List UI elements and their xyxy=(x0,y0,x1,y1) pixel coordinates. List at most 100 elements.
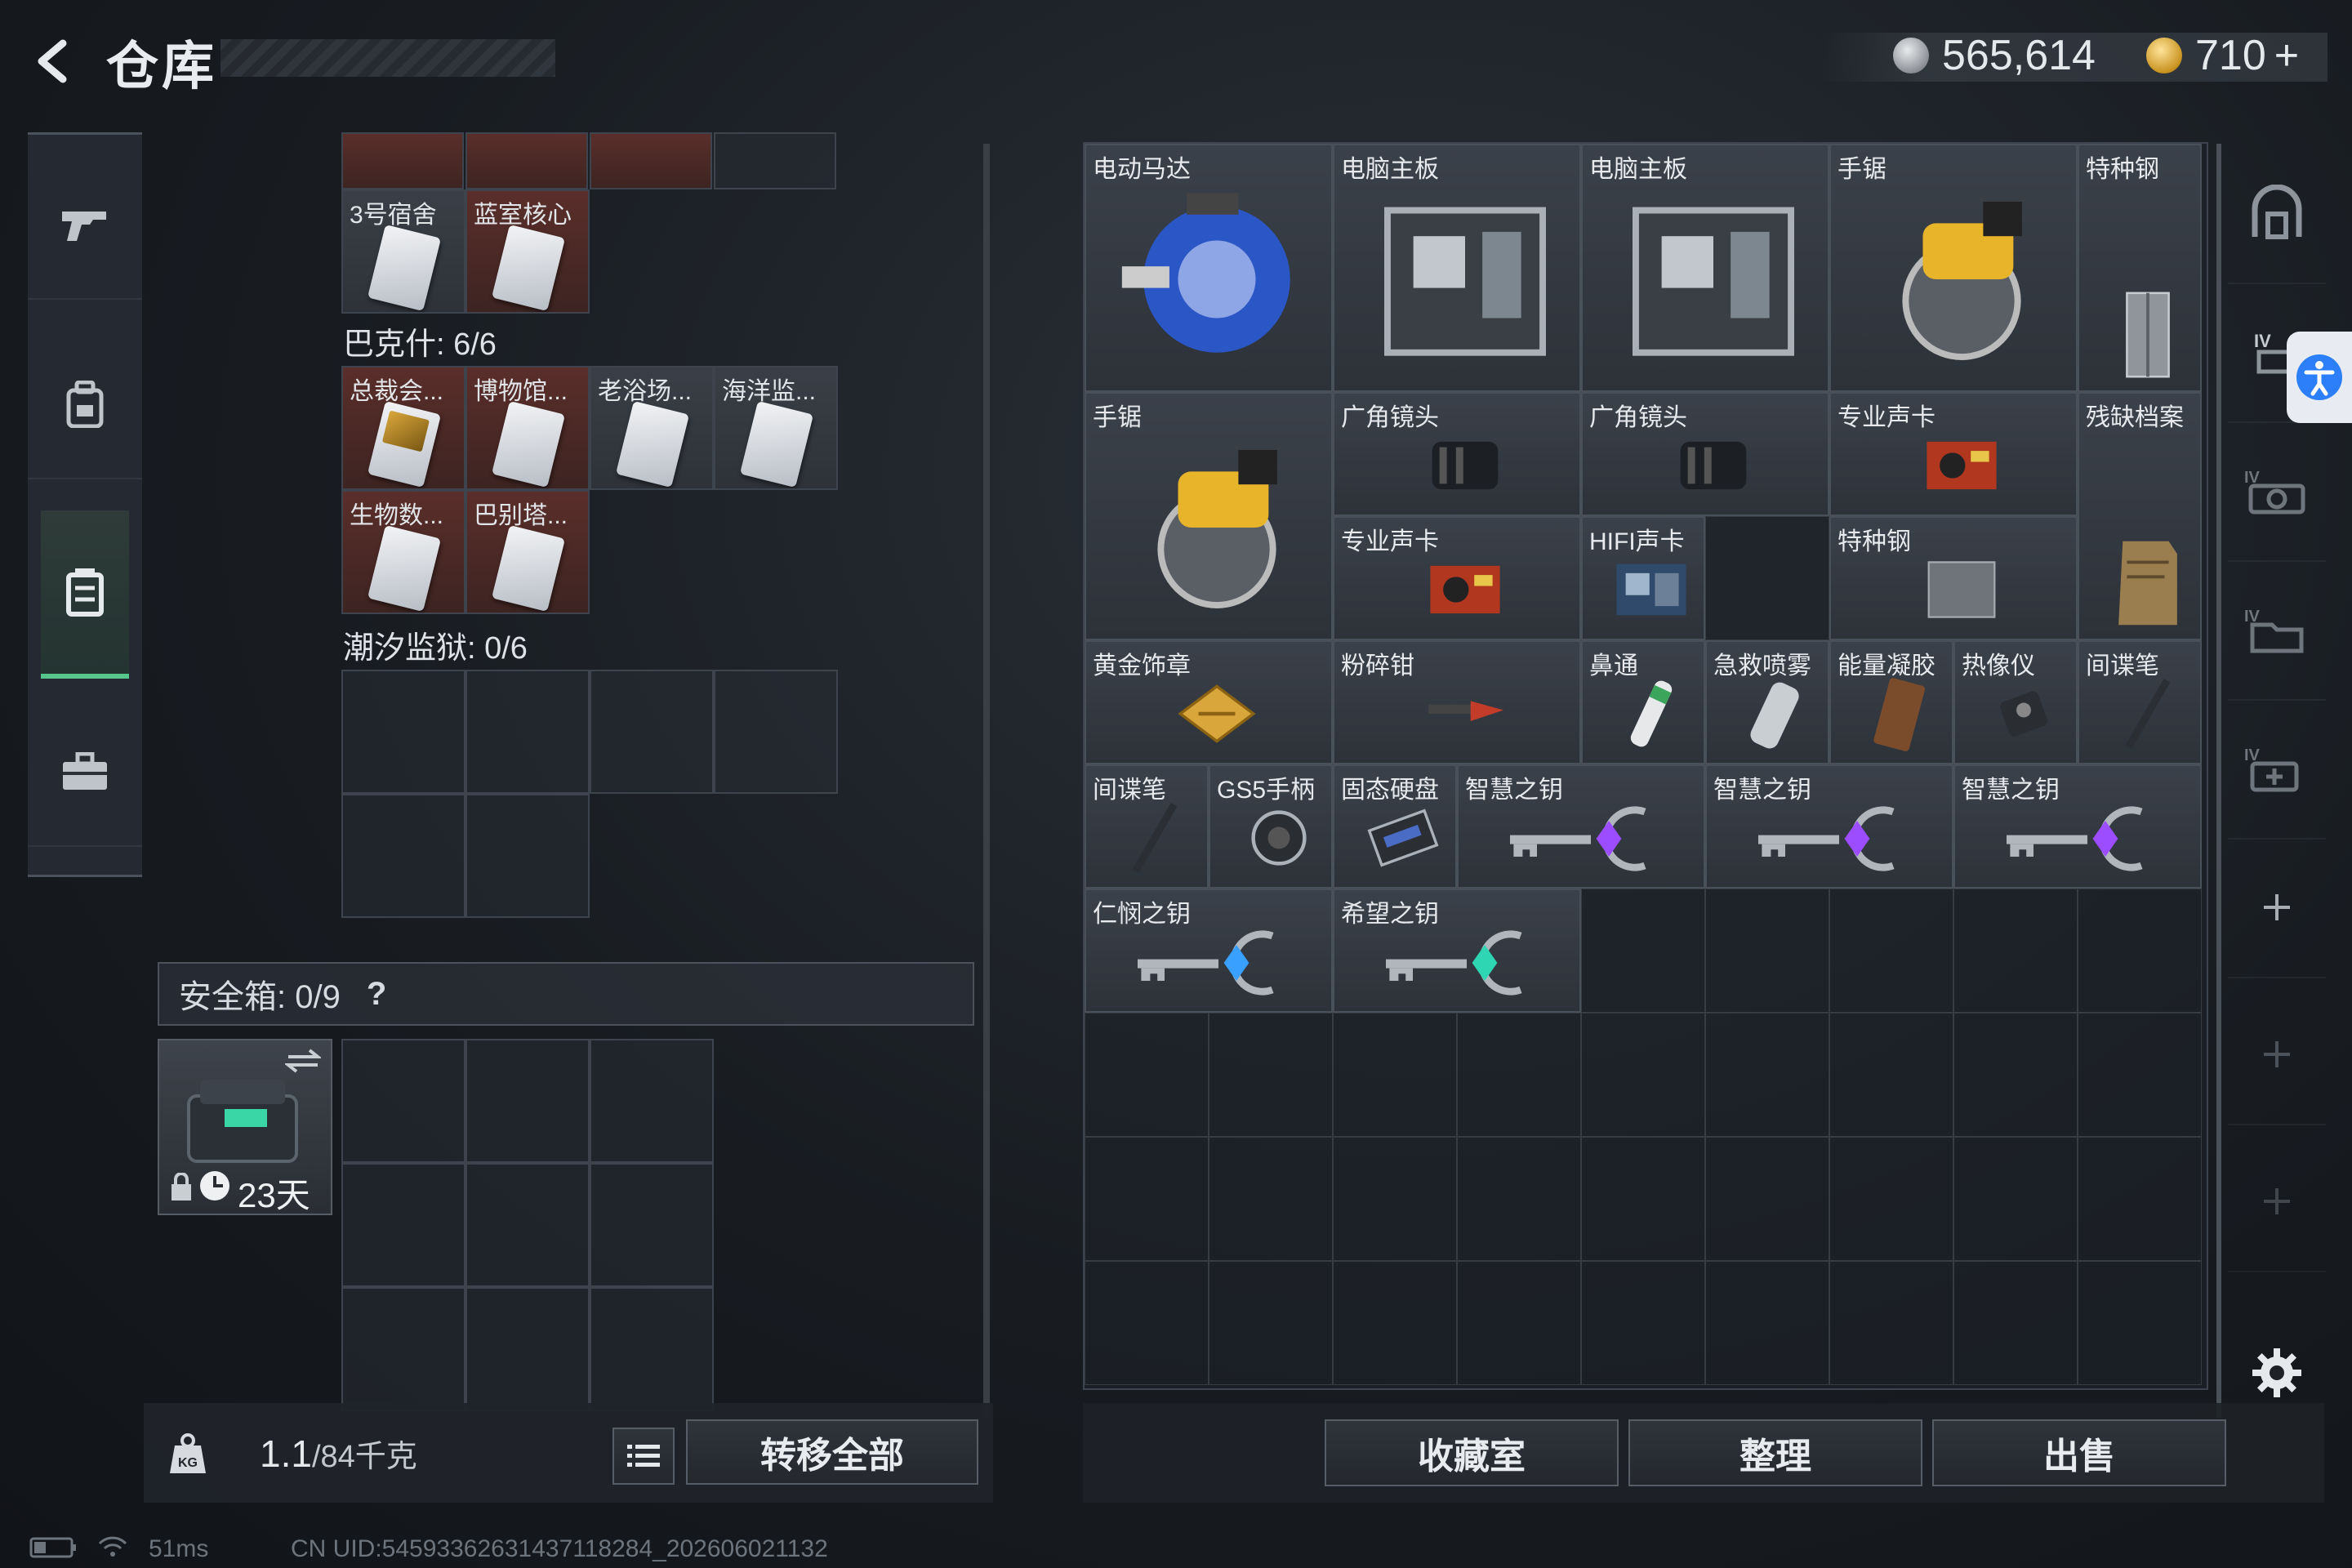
grid-slot[interactable] xyxy=(2078,1137,2202,1261)
empty-slot[interactable] xyxy=(341,1039,466,1163)
right-scrollbar[interactable] xyxy=(2216,144,2221,1418)
grid-slot[interactable] xyxy=(1209,1261,1333,1385)
inventory-item[interactable]: GS5手柄 xyxy=(1209,764,1333,889)
keycard-item[interactable]: 3号宿舍 xyxy=(341,189,466,314)
nav-storage[interactable] xyxy=(41,510,129,679)
grid-slot[interactable] xyxy=(1705,1261,1829,1385)
inventory-item[interactable]: 热像仪 xyxy=(1953,640,2078,764)
nav-briefcase[interactable] xyxy=(28,698,142,847)
grid-slot[interactable] xyxy=(1457,1013,1581,1137)
inventory-item[interactable]: 希望之钥 xyxy=(1333,889,1581,1013)
nav-tier4-folder[interactable]: IV xyxy=(2228,560,2326,701)
grid-slot[interactable] xyxy=(1457,1261,1581,1385)
empty-slot[interactable] xyxy=(341,1287,466,1411)
inventory-item[interactable]: 电脑主板 xyxy=(1581,144,1829,392)
inventory-item[interactable]: 广角镜头 xyxy=(1333,392,1581,516)
grid-slot[interactable] xyxy=(1333,1013,1457,1137)
grid-slot[interactable] xyxy=(1829,889,1953,1013)
grid-cell[interactable] xyxy=(341,132,464,189)
grid-slot[interactable] xyxy=(2078,889,2202,1013)
inventory-item[interactable]: 间谍笔 xyxy=(1085,764,1209,889)
inventory-item[interactable]: 粉碎钳 xyxy=(1333,640,1581,764)
grid-slot[interactable] xyxy=(1705,1013,1829,1137)
empty-slot[interactable] xyxy=(466,1039,590,1163)
inventory-item[interactable]: 特种钢 xyxy=(2078,144,2202,392)
add-slot-3[interactable] xyxy=(2228,1132,2326,1272)
grid-slot[interactable] xyxy=(2078,1261,2202,1385)
nav-weapon[interactable] xyxy=(28,151,142,300)
help-icon[interactable]: ? xyxy=(367,976,386,1013)
empty-slot[interactable] xyxy=(714,670,838,794)
grid-slot[interactable] xyxy=(1085,1137,1209,1261)
inventory-item[interactable]: 间谍笔 xyxy=(2078,640,2202,764)
inventory-item[interactable]: 电动马达 xyxy=(1085,144,1333,392)
grid-cell[interactable] xyxy=(466,132,588,189)
grid-slot[interactable] xyxy=(1085,1013,1209,1137)
empty-slot[interactable] xyxy=(466,1287,590,1411)
inventory-item[interactable]: 专业声卡 xyxy=(1333,516,1581,640)
inventory-item[interactable]: 电脑主板 xyxy=(1333,144,1581,392)
grid-slot[interactable] xyxy=(1333,1261,1457,1385)
grid-slot[interactable] xyxy=(1581,889,1705,1013)
inventory-item[interactable]: 鼻通 xyxy=(1581,640,1705,764)
empty-slot[interactable] xyxy=(590,1163,714,1287)
nav-backpack[interactable] xyxy=(28,331,142,479)
inventory-item[interactable]: HIFI声卡 xyxy=(1581,516,1705,640)
add-slot-1[interactable] xyxy=(2228,838,2326,978)
keycard-item[interactable]: 生物数... xyxy=(341,490,466,614)
transfer-all-button[interactable]: 转移全部 xyxy=(686,1419,978,1485)
inventory-item[interactable]: 智慧之钥 xyxy=(1953,764,2202,889)
keycard-item[interactable]: 总裁会... xyxy=(341,366,466,490)
currency-gold[interactable]: 710 + xyxy=(2146,31,2299,80)
inventory-item[interactable]: 残缺档案 xyxy=(2078,392,2202,640)
inventory-item[interactable]: 能量凝胶 xyxy=(1829,640,1953,764)
nav-tier4-camera[interactable]: IV xyxy=(2228,421,2326,562)
swap-icon[interactable] xyxy=(285,1049,321,1073)
keycard-item[interactable]: 海洋监... xyxy=(714,366,838,490)
gold-plus[interactable]: + xyxy=(2274,31,2299,80)
empty-slot[interactable] xyxy=(466,794,590,918)
grid-slot[interactable] xyxy=(1953,1013,2078,1137)
nav-tier4-medkit[interactable]: IV xyxy=(2228,699,2326,840)
grid-cell[interactable] xyxy=(590,132,712,189)
empty-slot[interactable] xyxy=(590,1039,714,1163)
collection-room-button[interactable]: 收藏室 xyxy=(1325,1419,1619,1486)
keycard-item[interactable]: 博物馆... xyxy=(466,366,590,490)
grid-slot[interactable] xyxy=(1333,1137,1457,1261)
sell-button[interactable]: 出售 xyxy=(1932,1419,2226,1486)
keycard-item[interactable]: 老浴场... xyxy=(590,366,714,490)
grid-slot[interactable] xyxy=(1209,1013,1333,1137)
inventory-item[interactable]: 广角镜头 xyxy=(1581,392,1829,516)
empty-slot[interactable] xyxy=(341,670,466,794)
inventory-item[interactable]: 手锯 xyxy=(1829,144,2078,392)
inventory-item[interactable]: 黄金饰章 xyxy=(1085,640,1333,764)
safe-box-item[interactable]: 23天 xyxy=(158,1039,332,1215)
grid-slot[interactable] xyxy=(1953,1261,2078,1385)
empty-slot[interactable] xyxy=(590,1287,714,1411)
grid-slot[interactable] xyxy=(1581,1013,1705,1137)
inventory-item[interactable]: 仁悯之钥 xyxy=(1085,889,1333,1013)
inventory-item[interactable]: 专业声卡 xyxy=(1829,392,2078,516)
grid-cell[interactable] xyxy=(714,132,836,189)
empty-slot[interactable] xyxy=(466,670,590,794)
inventory-item[interactable]: 急救喷雾 xyxy=(1705,640,1829,764)
empty-slot[interactable] xyxy=(341,1163,466,1287)
grid-slot[interactable] xyxy=(1581,1261,1705,1385)
list-view-button[interactable] xyxy=(612,1428,675,1485)
grid-slot[interactable] xyxy=(1581,1137,1705,1261)
back-arrow-icon[interactable] xyxy=(24,33,82,90)
grid-slot[interactable] xyxy=(1953,1137,2078,1261)
grid-slot[interactable] xyxy=(1085,1261,1209,1385)
nav-vault[interactable] xyxy=(2228,144,2326,284)
grid-slot[interactable] xyxy=(1705,1137,1829,1261)
inventory-item[interactable]: 固态硬盘 xyxy=(1333,764,1457,889)
grid-slot[interactable] xyxy=(1705,516,1829,640)
inventory-item[interactable]: 智慧之钥 xyxy=(1705,764,1953,889)
accessibility-button[interactable] xyxy=(2287,332,2352,423)
grid-slot[interactable] xyxy=(1829,1261,1953,1385)
grid-slot[interactable] xyxy=(1829,1137,1953,1261)
keycard-item[interactable]: 蓝室核心 xyxy=(466,189,590,314)
grid-slot[interactable] xyxy=(1209,1137,1333,1261)
inventory-item[interactable]: 手锯 xyxy=(1085,392,1333,640)
grid-slot[interactable] xyxy=(1457,1137,1581,1261)
